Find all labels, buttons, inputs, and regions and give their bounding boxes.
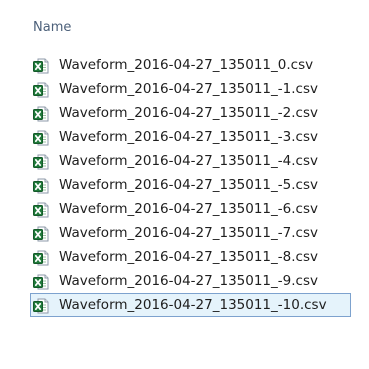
file-row-1[interactable]: Waveform_2016-04-27_135011_-1.csv bbox=[30, 77, 351, 101]
file-name: Waveform_2016-04-27_135011_-9.csv bbox=[59, 273, 318, 289]
file-row-8[interactable]: Waveform_2016-04-27_135011_-8.csv bbox=[30, 245, 351, 269]
excel-csv-file-icon bbox=[33, 82, 49, 98]
file-explorer-pane: Name Waveform_2016-04-27_135011_0.csv Wa… bbox=[0, 0, 369, 369]
excel-csv-file-icon bbox=[33, 274, 49, 290]
file-row-10[interactable]: Waveform_2016-04-27_135011_-10.csv bbox=[30, 293, 351, 317]
excel-csv-file-icon bbox=[33, 154, 49, 170]
file-name: Waveform_2016-04-27_135011_-6.csv bbox=[59, 201, 318, 217]
file-name: Waveform_2016-04-27_135011_-8.csv bbox=[59, 249, 318, 265]
file-name: Waveform_2016-04-27_135011_-4.csv bbox=[59, 153, 318, 169]
file-name: Waveform_2016-04-27_135011_-7.csv bbox=[59, 225, 318, 241]
excel-csv-file-icon bbox=[33, 106, 49, 122]
excel-csv-file-icon bbox=[33, 58, 49, 74]
file-name: Waveform_2016-04-27_135011_0.csv bbox=[59, 57, 314, 73]
file-name: Waveform_2016-04-27_135011_-1.csv bbox=[59, 81, 318, 97]
excel-csv-file-icon bbox=[33, 298, 49, 314]
file-list: Waveform_2016-04-27_135011_0.csv Wavefor… bbox=[0, 53, 369, 317]
file-row-6[interactable]: Waveform_2016-04-27_135011_-6.csv bbox=[30, 197, 351, 221]
file-name: Waveform_2016-04-27_135011_-5.csv bbox=[59, 177, 318, 193]
file-row-3[interactable]: Waveform_2016-04-27_135011_-3.csv bbox=[30, 125, 351, 149]
file-row-5[interactable]: Waveform_2016-04-27_135011_-5.csv bbox=[30, 173, 351, 197]
excel-csv-file-icon bbox=[33, 178, 49, 194]
file-row-4[interactable]: Waveform_2016-04-27_135011_-4.csv bbox=[30, 149, 351, 173]
excel-csv-file-icon bbox=[33, 250, 49, 266]
file-row-2[interactable]: Waveform_2016-04-27_135011_-2.csv bbox=[30, 101, 351, 125]
excel-csv-file-icon bbox=[33, 226, 49, 242]
file-row-0[interactable]: Waveform_2016-04-27_135011_0.csv bbox=[30, 53, 351, 77]
file-row-9[interactable]: Waveform_2016-04-27_135011_-9.csv bbox=[30, 269, 351, 293]
file-name: Waveform_2016-04-27_135011_-2.csv bbox=[59, 105, 318, 121]
excel-csv-file-icon bbox=[33, 202, 49, 218]
excel-csv-file-icon bbox=[33, 130, 49, 146]
file-name: Waveform_2016-04-27_135011_-3.csv bbox=[59, 129, 318, 145]
file-row-7[interactable]: Waveform_2016-04-27_135011_-7.csv bbox=[30, 221, 351, 245]
name-column-header[interactable]: Name bbox=[33, 20, 71, 36]
column-header[interactable]: Name bbox=[0, 0, 369, 44]
file-name: Waveform_2016-04-27_135011_-10.csv bbox=[59, 297, 327, 313]
